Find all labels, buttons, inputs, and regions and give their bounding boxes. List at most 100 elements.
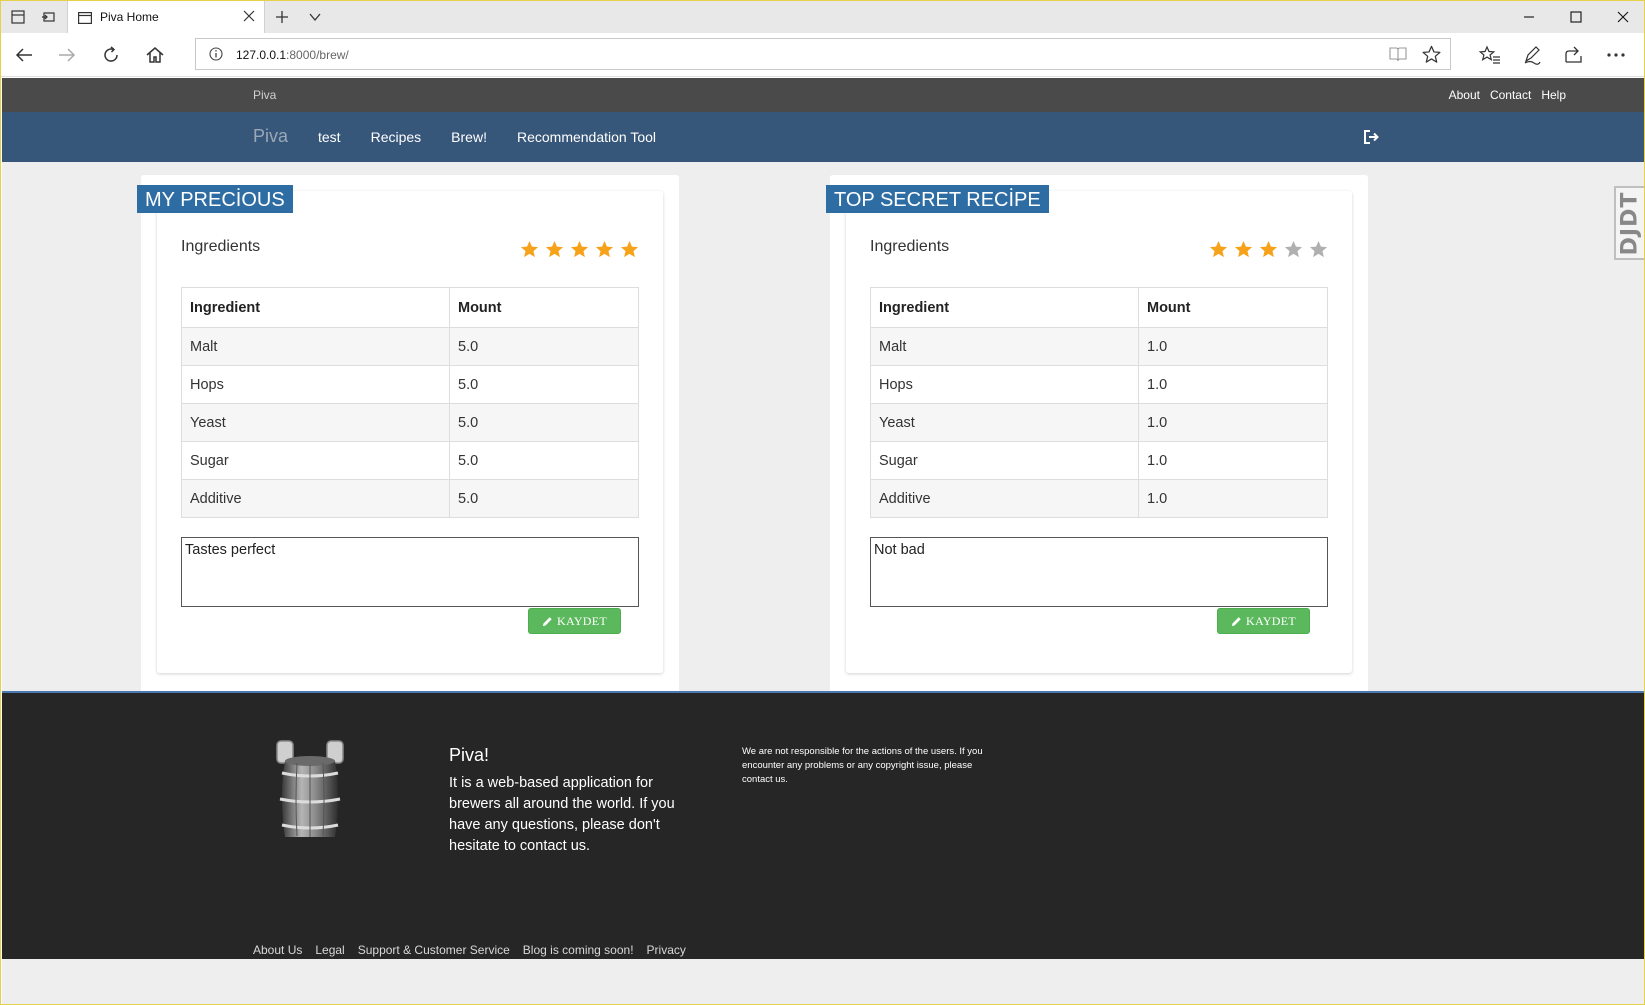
reading-view-icon[interactable] <box>1389 46 1407 67</box>
table-row: Yeast 5.0 <box>181 403 639 442</box>
footer-links: About Us Legal Support & Customer Servic… <box>253 943 686 957</box>
star-empty-icon[interactable] <box>1309 240 1328 259</box>
ingredient-amount: 5.0 <box>449 441 639 480</box>
page-viewport: Piva About Contact Help Piva test Recipe… <box>2 78 1644 1004</box>
ingredient-name: Yeast <box>181 403 450 442</box>
top-link-contact[interactable]: Contact <box>1490 88 1531 102</box>
site-info-icon[interactable] <box>209 47 223 66</box>
url-host: 127.0.0.1 <box>236 48 287 62</box>
nav-item-brew[interactable]: Brew! <box>451 129 487 145</box>
main-navbar: Piva test Recipes Brew! Recommendation T… <box>2 112 1644 162</box>
ingredient-name: Malt <box>181 327 450 366</box>
close-tab-icon[interactable] <box>242 9 256 23</box>
ingredient-amount: 5.0 <box>449 403 639 442</box>
table-row: Malt 5.0 <box>181 327 639 366</box>
minimize-icon[interactable] <box>1521 9 1537 25</box>
ingredient-name: Hops <box>181 365 450 404</box>
footer-disclaimer: We are not responsible for the actions o… <box>742 746 983 785</box>
recipe-card: TOP SECRET RECİPE Ingredients Ingredient… <box>826 175 1368 694</box>
tab-manager-icon[interactable] <box>9 8 27 26</box>
set-aside-tabs-icon[interactable] <box>39 8 57 26</box>
address-bar[interactable]: 127.0.0.1:8000/brew/ <box>195 38 1451 70</box>
navbar-brand[interactable]: Piva <box>253 126 288 147</box>
footer-link-privacy[interactable]: Privacy <box>647 943 686 957</box>
star-icon[interactable] <box>595 240 614 259</box>
tab-piva-home[interactable]: Piva Home <box>67 1 265 33</box>
star-icon[interactable] <box>1209 240 1228 259</box>
ingredient-amount: 5.0 <box>449 327 639 366</box>
star-icon[interactable] <box>520 240 539 259</box>
tab-preview-chevron-icon[interactable] <box>306 8 324 26</box>
barrel-logo <box>273 739 347 843</box>
ingredients-heading: Ingredients <box>870 238 950 255</box>
star-icon[interactable] <box>1259 240 1278 259</box>
ingredient-name: Sugar <box>181 441 450 480</box>
ingredient-name: Additive <box>181 479 450 518</box>
favorites-hub-icon[interactable] <box>1479 44 1501 66</box>
ingredient-amount: 1.0 <box>1138 365 1328 404</box>
star-icon[interactable] <box>1234 240 1253 259</box>
footer-link-support[interactable]: Support & Customer Service <box>358 943 510 957</box>
recipe-card: MY PRECİOUS Ingredients Ingredient Mount <box>137 175 679 694</box>
footer-description: It is a web-based application for brewer… <box>449 775 675 854</box>
save-button[interactable]: KAYDET <box>1217 608 1310 634</box>
save-button-label: KAYDET <box>1245 613 1297 628</box>
notes-pen-icon[interactable] <box>1521 44 1543 66</box>
footer-link-about-us[interactable]: About Us <box>253 943 302 957</box>
top-links: About Contact Help <box>1449 88 1566 102</box>
more-icon[interactable] <box>1605 44 1627 66</box>
ingredient-amount: 1.0 <box>1138 479 1328 518</box>
star-icon[interactable] <box>620 240 639 259</box>
recipe-title: TOP SECRET RECİPE <box>826 185 1049 213</box>
footer-link-legal[interactable]: Legal <box>315 943 344 957</box>
ingredient-name: Yeast <box>870 403 1139 442</box>
debug-toolbar-handle[interactable]: DJDT <box>1614 186 1644 260</box>
site-footer: Piva! It is a web-based application for … <box>2 691 1644 959</box>
share-icon[interactable] <box>1563 44 1585 66</box>
nav-item-recommendation-tool[interactable]: Recommendation Tool <box>517 129 656 145</box>
recipe-note-textarea[interactable]: Tastes perfect <box>181 537 639 607</box>
footer-title: Piva! <box>449 745 490 765</box>
ingredients-table: Ingredient Mount Malt 5.0 Hops 5.0 Yeast 5.… <box>181 287 639 518</box>
rating-stars[interactable] <box>1209 240 1328 259</box>
nav-item-recipes[interactable]: Recipes <box>371 129 422 145</box>
home-icon[interactable] <box>144 44 166 66</box>
ingredient-amount: 1.0 <box>1138 327 1328 366</box>
maximize-icon[interactable] <box>1568 9 1584 25</box>
navbar-items: test Recipes Brew! Recommendation Tool <box>318 129 656 145</box>
ingredient-name: Malt <box>870 327 1139 366</box>
favorite-star-icon[interactable] <box>1422 45 1441 69</box>
logout-icon[interactable] <box>1362 128 1380 146</box>
back-icon[interactable] <box>13 44 35 66</box>
ingredient-amount: 5.0 <box>449 365 639 404</box>
table-header-row: Ingredient Mount <box>870 287 1328 328</box>
star-empty-icon[interactable] <box>1284 240 1303 259</box>
table-row: Sugar 1.0 <box>870 441 1328 480</box>
table-row: Additive 1.0 <box>870 479 1328 518</box>
top-link-about[interactable]: About <box>1449 88 1480 102</box>
debug-toolbar-label: DJDT <box>1617 191 1643 255</box>
column-header-mount: Mount <box>1138 287 1328 328</box>
browser-tab-bar: Piva Home <box>1 1 1644 33</box>
top-link-help[interactable]: Help <box>1541 88 1566 102</box>
top-bar: Piva About Contact Help <box>2 78 1644 112</box>
save-button[interactable]: KAYDET <box>528 608 621 634</box>
recipe-card-body: Ingredients Ingredient Mount <box>846 191 1352 673</box>
top-bar-brand[interactable]: Piva <box>253 88 276 102</box>
refresh-icon[interactable] <box>100 44 122 66</box>
nav-item-test[interactable]: test <box>318 129 341 145</box>
recipe-note-textarea[interactable]: Not bad <box>870 537 1328 607</box>
footer-link-blog[interactable]: Blog is coming soon! <box>523 943 634 957</box>
new-tab-icon[interactable] <box>273 8 291 26</box>
rating-stars[interactable] <box>520 240 639 259</box>
star-icon[interactable] <box>545 240 564 259</box>
table-row: Malt 1.0 <box>870 327 1328 366</box>
forward-icon[interactable] <box>56 44 78 66</box>
pencil-icon <box>542 616 552 626</box>
close-window-icon[interactable] <box>1615 9 1631 25</box>
browser-toolbar: 127.0.0.1:8000/brew/ <box>1 33 1644 77</box>
ingredient-amount: 1.0 <box>1138 403 1328 442</box>
star-icon[interactable] <box>570 240 589 259</box>
column-header-ingredient: Ingredient <box>181 287 450 328</box>
table-row: Additive 5.0 <box>181 479 639 518</box>
